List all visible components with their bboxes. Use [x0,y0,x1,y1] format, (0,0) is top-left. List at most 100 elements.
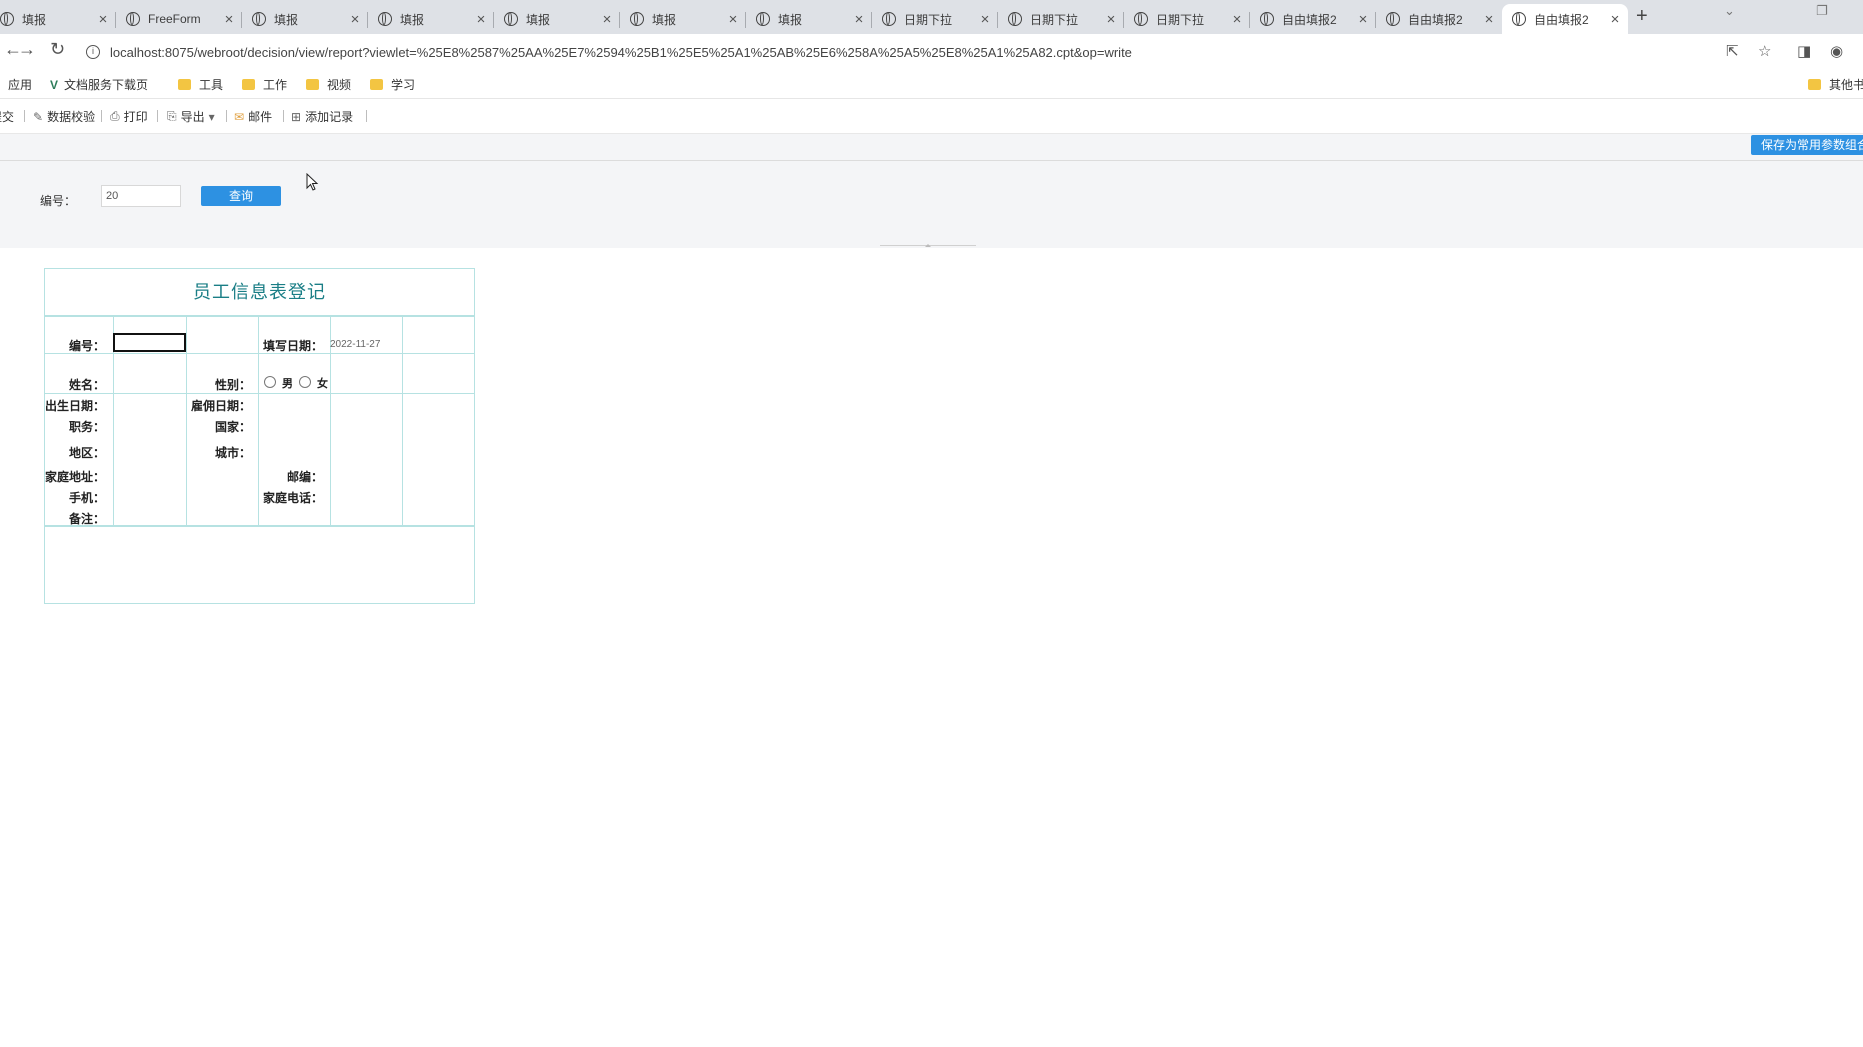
browser-tab[interactable]: FreeForm × [116,4,242,34]
tab-title: 日期下拉 [1156,12,1205,27]
grid-line [258,315,259,525]
gender-male-radio[interactable] [264,376,276,388]
address-bar[interactable]: i localhost:8075/webroot/decision/view/r… [78,38,1778,66]
mail-icon: ✉ [234,109,245,124]
profile-icon[interactable]: ◉ [1830,42,1843,60]
toolbar-separator [283,110,284,122]
tab-title: 填报 [22,12,47,27]
tab-search-icon[interactable]: ⌄ [1724,3,1735,19]
employee-form: 员工信息表登记 编号： 填写日期： 2022-11-27 姓名： 性别： 男 女… [44,268,475,604]
bookmark-label: 工作 [263,78,288,92]
bookmark-label: 视频 [327,78,352,92]
close-icon[interactable]: × [726,11,740,28]
add-record-icon: ⊞ [291,109,302,124]
close-icon[interactable]: × [1104,11,1118,28]
browser-tab[interactable]: 填报 × [620,4,746,34]
parameter-header-strip [0,134,1863,161]
browser-tab[interactable]: 自由填报2 × [1376,4,1502,34]
grid-line [186,315,187,525]
close-icon[interactable]: × [852,11,866,28]
bookmark-docs[interactable]: V 文档服务下载页 [50,76,148,93]
close-icon[interactable]: × [1608,11,1622,28]
tab-title: FreeForm [148,12,201,26]
param-id-input[interactable] [101,185,181,207]
toolbar-label: 打印 [123,110,148,124]
bookmarks-bar: 应用 V 文档服务下载页 工具 工作 视频 学习 其他书签 [0,70,1863,99]
globe-icon [252,12,266,26]
close-icon[interactable]: × [1356,11,1370,28]
check-icon: ✎ [33,109,44,124]
bookmark-folder-video[interactable]: 视频 [306,76,351,93]
bookmark-other[interactable]: 其他书签 [1808,76,1863,93]
export-button[interactable]: ⎘ 导出 ▾ [167,108,219,125]
browser-tab[interactable]: 日期下拉 × [872,4,998,34]
folder-icon [242,79,255,90]
print-icon: ⎙ [110,109,120,123]
export-icon: ⎘ [167,109,177,123]
bookmark-apps[interactable]: 应用 [8,76,32,93]
tab-title: 自由填报2 [1534,12,1589,27]
close-icon[interactable]: × [1230,11,1244,28]
close-icon[interactable]: × [96,11,110,28]
field-label-birth-date: 出生日期： [44,399,105,413]
toolbar-separator [24,110,25,122]
folder-icon [1808,79,1821,90]
globe-icon [1134,12,1148,26]
toolbar-label: 提交 [0,110,15,124]
bookmark-star-icon[interactable]: ☆ [1758,42,1771,60]
tab-title: 填报 [526,12,551,27]
field-label-fill-date: 填写日期： [262,339,323,353]
close-icon[interactable]: × [222,11,236,28]
field-label-id: 编号： [68,339,105,353]
tab-title: 填报 [778,12,803,27]
submit-button[interactable]: 提交 [0,108,14,125]
browser-tab[interactable]: 填报 × [242,4,368,34]
browser-tab[interactable]: 日期下拉 × [1124,4,1250,34]
folder-icon [370,79,383,90]
field-label-region: 地区： [68,446,105,460]
v-logo-icon: V [50,77,59,92]
site-info-icon[interactable]: i [86,45,100,59]
close-icon[interactable]: × [348,11,362,28]
collapse-panel-handle[interactable] [880,244,976,249]
browser-tab-active[interactable]: 自由填报2 × [1502,4,1628,34]
mail-button[interactable]: ✉ 邮件 [234,108,272,125]
globe-icon [126,12,140,26]
browser-tab[interactable]: 填报 × [494,4,620,34]
query-button[interactable]: 查询 [201,186,281,206]
close-icon[interactable]: × [1482,11,1496,28]
browser-tab[interactable]: 日期下拉 × [998,4,1124,34]
globe-icon [756,12,770,26]
add-record-button[interactable]: ⊞ 添加记录 [291,108,353,125]
forward-icon[interactable]: → [18,39,36,60]
reload-icon[interactable]: ↻ [50,39,65,60]
restore-window-icon[interactable]: ❐ [1816,3,1828,19]
tab-title: 自由填报2 [1408,12,1463,27]
bookmark-folder-tools[interactable]: 工具 [178,76,223,93]
field-label-city: 城市： [214,446,251,460]
browser-tab[interactable]: 填报 × [0,4,116,34]
bookmark-folder-work[interactable]: 工作 [242,76,287,93]
report-toolbar: 提交 ✎ 数据校验 ⎙ 打印 ⎘ 导出 ▾ ✉ 邮件 ⊞ 添加记录 [0,99,1863,134]
browser-tab[interactable]: 填报 × [746,4,872,34]
bookmark-folder-study[interactable]: 学习 [370,76,415,93]
field-label-remarks: 备注： [68,512,105,526]
validate-button[interactable]: ✎ 数据校验 [33,108,95,125]
save-params-button[interactable]: 保存为常用参数组合 [1751,135,1863,155]
gender-female-radio[interactable] [299,376,311,388]
grid-line [45,315,474,317]
share-icon[interactable]: ⇱ [1726,42,1739,60]
print-button[interactable]: ⎙ 打印 [110,108,148,125]
close-icon[interactable]: × [978,11,992,28]
id-input[interactable] [113,333,186,352]
close-icon[interactable]: × [600,11,614,28]
new-tab-button[interactable]: + [1636,5,1648,28]
sidebar-icon[interactable]: ◨ [1797,42,1811,60]
folder-icon [178,79,191,90]
bookmark-label: 文档服务下载页 [64,78,149,92]
browser-tab[interactable]: 填报 × [368,4,494,34]
close-icon[interactable]: × [474,11,488,28]
browser-tab[interactable]: 自由填报2 × [1250,4,1376,34]
field-label-name: 姓名： [68,378,105,392]
globe-icon [882,12,896,26]
